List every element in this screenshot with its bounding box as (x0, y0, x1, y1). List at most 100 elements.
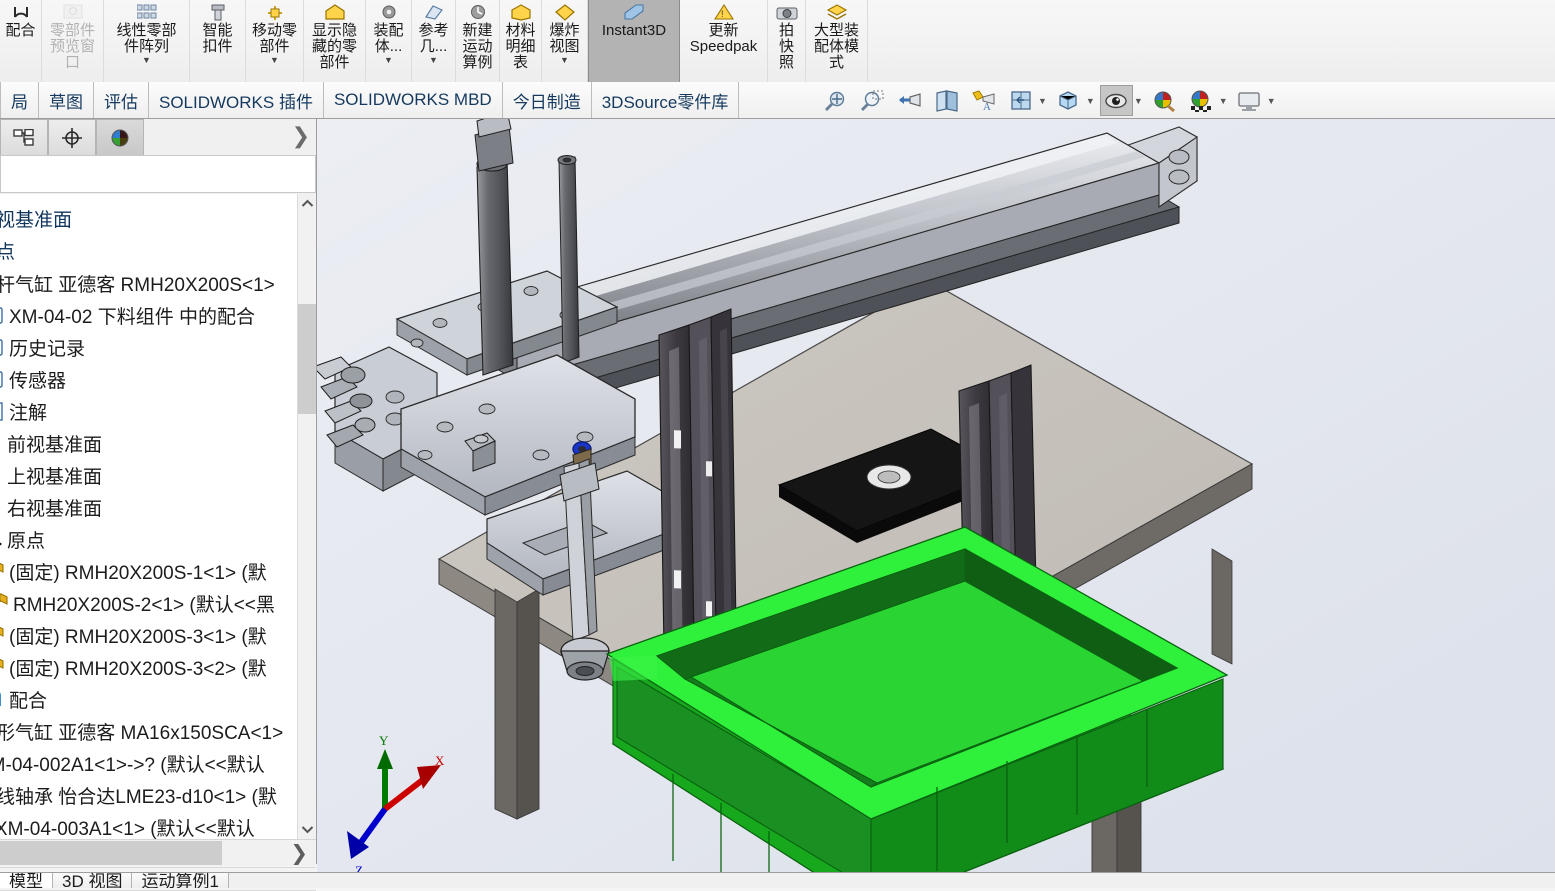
ribbon-button-exploded-view[interactable]: 爆炸 视图 ▼ (542, 0, 588, 82)
ribbon-button-mate[interactable]: 配合 (0, 0, 42, 82)
tree-expand-chevron-icon[interactable]: ❯ (290, 841, 308, 866)
dropdown-caret-icon[interactable]: ▼ (1086, 96, 1095, 106)
dropdown-caret-icon[interactable]: ▼ (270, 56, 279, 65)
zoom-to-fit-icon[interactable] (819, 85, 852, 116)
document-tab-bar: 模型 3D 视图 运动算例1 (0, 872, 1555, 888)
apply-scene-icon[interactable] (1185, 85, 1218, 116)
ribbon-button-new-motion-study[interactable]: 新建 运动 算例 (456, 0, 500, 82)
feature-tree-item[interactable]: 历史记录 (0, 331, 85, 363)
feature-tree-item[interactable]: 直线轴承 怡合达LME23-d10<1> (默 (0, 779, 277, 811)
command-tab-1[interactable]: 草图 (39, 82, 94, 118)
feature-tree-item[interactable]: 无杆气缸 亚德客 RMH20X200S<1> (0, 267, 275, 299)
feature-tree-item[interactable]: (固定) RMH20X200S-1<1> (默 (0, 555, 267, 587)
dropdown-caret-icon[interactable]: ▼ (142, 56, 151, 65)
ribbon-button-smart-fastener[interactable]: 智能 扣件 (190, 0, 246, 82)
feature-tree-item[interactable]: XM-04-002A1<1>->? (默认<<默认 (0, 747, 265, 779)
feature-tree-item-label: 传感器 (9, 370, 67, 392)
feature-tree-item-label: RMH20X200S-2<1> (默认<<黑 (13, 594, 275, 616)
assembly-features-icon (379, 2, 399, 22)
feature-tree-item[interactable]: (固定) RMH20X200S-3<2> (默 (0, 651, 267, 683)
scroll-up-icon[interactable] (298, 194, 316, 213)
dropdown-caret-icon[interactable]: ▼ (384, 56, 393, 65)
scrollbar-thumb[interactable] (298, 304, 316, 414)
hscrollbar-thumb[interactable] (0, 841, 222, 865)
display-style-icon[interactable] (1052, 85, 1085, 116)
component-icon (0, 592, 8, 614)
ribbon-button-move-component[interactable]: 移动零 部件 ▼ (246, 0, 304, 82)
property-manager-tab[interactable] (48, 119, 96, 155)
edit-appearance-icon[interactable] (1148, 85, 1181, 116)
feature-tree-horizontal-scrollbar[interactable]: ❯ (0, 839, 316, 866)
ribbon-button-update-speedpak[interactable]: ! 更新 Speedpak (680, 0, 768, 82)
command-tab-2[interactable]: 评估 (94, 82, 149, 118)
hide-show-items-icon[interactable] (1099, 85, 1133, 116)
feature-tree-item[interactable]: 原点 (0, 234, 15, 266)
ribbon-button-show-hidden-components[interactable]: 显示隐 藏的零 部件 (304, 0, 366, 82)
feature-tree-item[interactable]: 注解 (0, 395, 47, 427)
feature-tree-item[interactable]: 笔形气缸 亚德客 MA16x150SCA<1> (0, 715, 283, 747)
expand-panel-chevron-icon[interactable]: ❯ (292, 123, 310, 149)
feature-tree-item-label: XM-04-02 下料组件 中的配合 (9, 306, 255, 328)
scroll-down-icon[interactable] (298, 820, 316, 839)
sensors-icon (0, 368, 4, 390)
dropdown-caret-icon[interactable]: ▼ (1219, 96, 1228, 106)
ribbon-button-large-assembly-mode[interactable]: 大型装 配体模 式 (806, 0, 868, 82)
feature-manager-design-tree-tab[interactable] (0, 119, 48, 155)
feature-tree-item[interactable]: 原点 (0, 523, 45, 555)
ribbon-button-take-snapshot[interactable]: 拍快 照 (768, 0, 806, 82)
ribbon-button-label: 零部件 预览窗 口 (49, 22, 95, 71)
mates-folder-icon (0, 304, 4, 326)
mates-icon (0, 688, 4, 710)
feature-tree-item[interactable]: 上视基准面 (0, 459, 102, 491)
feature-tree-item[interactable]: 右视基准面 (0, 202, 72, 234)
large-assembly-mode-icon (826, 2, 847, 22)
feature-tree-item[interactable]: 配合 (0, 683, 47, 715)
section-view-icon[interactable] (930, 85, 963, 116)
feature-tree-search-box[interactable] (0, 155, 316, 193)
ribbon-button-bill-of-materials[interactable]: 材料 明细 表 (500, 0, 542, 82)
feature-tree-item[interactable]: RMH20X200S-2<1> (默认<<黑 (0, 587, 275, 619)
ribbon-button-instant3d[interactable]: Instant3D (588, 0, 680, 82)
ribbon-button-assembly-features[interactable]: 装配 体... ▼ (366, 0, 412, 82)
feature-tree-item[interactable]: (固定) RMH20X200S-3<1> (默 (0, 619, 267, 651)
update-speedpak-icon: ! (713, 2, 734, 22)
feature-tree-item[interactable]: 右视基准面 (0, 491, 102, 523)
feature-tree-item[interactable]: XM-04-02 下料组件 中的配合 (0, 299, 255, 331)
dropdown-caret-icon[interactable]: ▼ (1134, 96, 1143, 106)
ribbon-button-label: Instant3D (601, 22, 667, 39)
command-tab-5[interactable]: 今日制造 (502, 82, 592, 118)
display-manager-tab[interactable] (96, 119, 144, 155)
command-tab-6[interactable]: 3DSource零件库 (591, 82, 740, 118)
feature-manager-panel: ❯ 右视基准面原点无杆气缸 亚德客 RMH20X200S<1>XM-04-02 … (0, 119, 317, 891)
document-tab-1[interactable]: 3D 视图 (52, 873, 133, 888)
dropdown-caret-icon[interactable]: ▼ (1038, 96, 1047, 106)
view-settings-icon[interactable] (1233, 85, 1266, 116)
command-tab-0[interactable]: 局 (0, 82, 39, 118)
dropdown-caret-icon[interactable]: ▼ (560, 56, 569, 65)
ribbon-button-reference-geometry[interactable]: 参考 几... ▼ (412, 0, 456, 82)
feature-tree-item[interactable]: 前视基准面 (0, 427, 102, 459)
feature-tree-item-label: 原点 (0, 241, 16, 263)
feature-tree-item[interactable]: -) XM-04-003A1<1> (默认<<默认 (0, 811, 255, 840)
document-tab-2[interactable]: 运动算例1 (131, 873, 229, 888)
graphics-viewport[interactable]: Y X Z (317, 119, 1555, 888)
svg-text:X: X (435, 753, 445, 768)
ribbon-button-label: 移动零 部件 (251, 22, 297, 55)
feature-tree-vertical-scrollbar[interactable] (297, 194, 316, 839)
solidworks-window: 配合 零部件 预览窗 口线性零部 件阵列 ▼ 智能 扣件 移动零 部件 ▼ 显示隐 藏的零 … (0, 0, 1555, 891)
zoom-to-area-icon[interactable] (856, 85, 889, 116)
view-orientation-icon[interactable] (1004, 85, 1037, 116)
command-tab-3[interactable]: SOLIDWORKS 插件 (149, 82, 324, 118)
feature-tree-item-label: 原点 (7, 530, 46, 552)
ribbon-button-linear-component-pattern[interactable]: 线性零部 件阵列 ▼ (104, 0, 190, 82)
command-tab-strip: 局草图 评估 SOLIDWORKS 插件 SOLIDWORKS MBD 今日制造 3DSo… (0, 82, 1555, 119)
feature-tree-item-label: (固定) RMH20X200S-3<1> (默 (9, 626, 267, 648)
dropdown-caret-icon[interactable]: ▼ (1267, 96, 1276, 106)
command-tab-4[interactable]: SOLIDWORKS MBD (323, 82, 503, 118)
document-tab-0[interactable]: 模型 (0, 873, 53, 888)
dropdown-caret-icon[interactable]: ▼ (429, 56, 438, 65)
feature-tree-item-label: -) XM-04-003A1<1> (默认<<默认 (0, 818, 255, 840)
view-orientation-annotation-icon[interactable]: A (967, 85, 1000, 116)
previous-view-icon[interactable] (893, 85, 926, 116)
feature-tree-item[interactable]: 传感器 (0, 363, 66, 395)
